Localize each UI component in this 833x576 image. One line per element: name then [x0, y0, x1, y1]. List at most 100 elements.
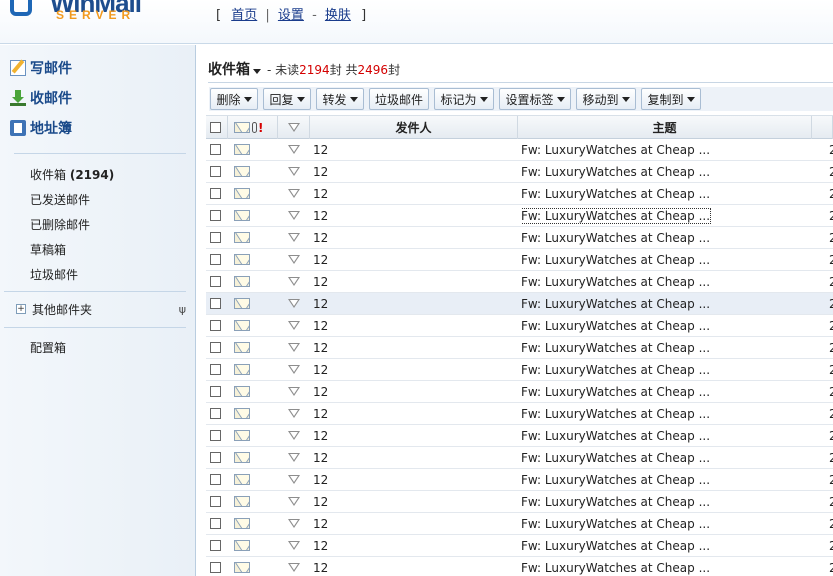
- row-subject[interactable]: Fw: LuxuryWatches at Cheap ...: [521, 359, 811, 380]
- row-checkbox[interactable]: [210, 232, 221, 243]
- flag-icon[interactable]: [288, 233, 300, 242]
- flag-icon[interactable]: [288, 387, 300, 396]
- table-row[interactable]: 12 Fw: LuxuryWatches at Cheap ... 2: [206, 535, 833, 557]
- row-subject[interactable]: Fw: LuxuryWatches at Cheap ...: [521, 557, 811, 576]
- row-sender[interactable]: 12: [313, 161, 513, 182]
- row-subject[interactable]: Fw: LuxuryWatches at Cheap ...: [521, 403, 811, 424]
- row-subject[interactable]: Fw: LuxuryWatches at Cheap ...: [521, 513, 811, 534]
- set-tag-button[interactable]: 设置标签: [499, 88, 571, 110]
- sidebar-item-config[interactable]: 配置箱: [30, 339, 66, 356]
- row-sender[interactable]: 12: [313, 337, 513, 358]
- row-checkbox[interactable]: [210, 254, 221, 265]
- row-subject[interactable]: Fw: LuxuryWatches at Cheap ...: [521, 315, 811, 336]
- row-subject[interactable]: Fw: LuxuryWatches at Cheap ...: [521, 249, 811, 270]
- row-checkbox[interactable]: [210, 364, 221, 375]
- row-subject[interactable]: Fw: LuxuryWatches at Cheap ...: [521, 535, 811, 556]
- row-sender[interactable]: 12: [313, 359, 513, 380]
- flag-icon[interactable]: [288, 167, 300, 176]
- table-row[interactable]: 12 Fw: LuxuryWatches at Cheap ... 2: [206, 359, 833, 381]
- sender-column-header[interactable]: 发件人: [310, 116, 518, 139]
- table-row[interactable]: 12 Fw: LuxuryWatches at Cheap ... 2: [206, 205, 833, 227]
- row-checkbox[interactable]: [210, 188, 221, 199]
- table-row[interactable]: 12 Fw: LuxuryWatches at Cheap ... 2: [206, 337, 833, 359]
- sidebar-item-other-folders[interactable]: + 其他邮件夹 ψ: [16, 301, 186, 317]
- row-checkbox[interactable]: [210, 144, 221, 155]
- flag-icon[interactable]: [288, 563, 300, 572]
- flag-icon[interactable]: [288, 189, 300, 198]
- table-row[interactable]: 12 Fw: LuxuryWatches at Cheap ... 2: [206, 491, 833, 513]
- move-to-button[interactable]: 移动到: [576, 88, 636, 110]
- flag-icon[interactable]: [288, 277, 300, 286]
- row-subject[interactable]: Fw: LuxuryWatches at Cheap ...: [521, 271, 811, 292]
- mark-as-button[interactable]: 标记为: [434, 88, 494, 110]
- row-subject[interactable]: Fw: LuxuryWatches at Cheap ...: [521, 381, 811, 402]
- flag-icon[interactable]: [288, 519, 300, 528]
- row-subject[interactable]: Fw: LuxuryWatches at Cheap ...: [521, 425, 811, 446]
- row-checkbox[interactable]: [210, 518, 221, 529]
- flag-icon[interactable]: [288, 475, 300, 484]
- row-checkbox[interactable]: [210, 320, 221, 331]
- flag-column-header[interactable]: [278, 116, 310, 139]
- flag-icon[interactable]: [288, 497, 300, 506]
- row-subject[interactable]: Fw: LuxuryWatches at Cheap ...: [521, 139, 811, 160]
- row-sender[interactable]: 12: [313, 535, 513, 556]
- table-row[interactable]: 12 Fw: LuxuryWatches at Cheap ... 2: [206, 469, 833, 491]
- row-subject[interactable]: Fw: LuxuryWatches at Cheap ...: [521, 469, 811, 490]
- row-sender[interactable]: 12: [313, 315, 513, 336]
- table-row[interactable]: 12 Fw: LuxuryWatches at Cheap ... 2: [206, 447, 833, 469]
- chevron-down-icon[interactable]: [253, 69, 261, 74]
- nav-settings-link[interactable]: 设置: [278, 8, 304, 23]
- table-row[interactable]: 12 Fw: LuxuryWatches at Cheap ... 2: [206, 271, 833, 293]
- attachment-icon[interactable]: [252, 122, 257, 133]
- row-sender[interactable]: 12: [313, 491, 513, 512]
- address-book-link[interactable]: 地址簿: [10, 118, 72, 138]
- row-checkbox[interactable]: [210, 298, 221, 309]
- table-row[interactable]: 12 Fw: LuxuryWatches at Cheap ... 2: [206, 403, 833, 425]
- row-subject[interactable]: Fw: LuxuryWatches at Cheap ...: [521, 227, 811, 248]
- table-row[interactable]: 12 Fw: LuxuryWatches at Cheap ... 2: [206, 139, 833, 161]
- date-column-header[interactable]: [812, 116, 833, 139]
- pin-icon[interactable]: ψ: [179, 303, 186, 316]
- flag-icon[interactable]: [288, 365, 300, 374]
- row-checkbox[interactable]: [210, 342, 221, 353]
- flag-icon[interactable]: [288, 321, 300, 330]
- row-subject[interactable]: Fw: LuxuryWatches at Cheap ...: [521, 205, 811, 226]
- row-sender[interactable]: 12: [313, 271, 513, 292]
- row-subject[interactable]: Fw: LuxuryWatches at Cheap ...: [521, 293, 811, 314]
- sidebar-item-sent[interactable]: 已发送邮件: [30, 191, 90, 208]
- table-row[interactable]: 12 Fw: LuxuryWatches at Cheap ... 2: [206, 315, 833, 337]
- row-sender[interactable]: 12: [313, 425, 513, 446]
- nav-home-link[interactable]: 首页: [231, 8, 257, 23]
- row-subject[interactable]: Fw: LuxuryWatches at Cheap ...: [521, 447, 811, 468]
- expand-plus-icon[interactable]: +: [16, 304, 26, 314]
- compose-link[interactable]: 写邮件: [10, 58, 72, 78]
- table-row[interactable]: 12 Fw: LuxuryWatches at Cheap ... 2: [206, 425, 833, 447]
- row-subject[interactable]: Fw: LuxuryWatches at Cheap ...: [521, 491, 811, 512]
- flag-icon[interactable]: [288, 431, 300, 440]
- delete-button[interactable]: 删除: [210, 88, 258, 110]
- select-all-checkbox[interactable]: [210, 122, 221, 133]
- sidebar-item-inbox[interactable]: 收件箱 (2194): [30, 166, 114, 183]
- row-checkbox[interactable]: [210, 474, 221, 485]
- sidebar-item-junk[interactable]: 垃圾邮件: [30, 266, 78, 283]
- row-sender[interactable]: 12: [313, 249, 513, 270]
- flag-icon[interactable]: [288, 299, 300, 308]
- row-sender[interactable]: 12: [313, 381, 513, 402]
- row-sender[interactable]: 12: [313, 469, 513, 490]
- row-checkbox[interactable]: [210, 496, 221, 507]
- row-subject[interactable]: Fw: LuxuryWatches at Cheap ...: [521, 161, 811, 182]
- flag-icon[interactable]: [288, 343, 300, 352]
- reply-button[interactable]: 回复: [263, 88, 311, 110]
- row-sender[interactable]: 12: [313, 513, 513, 534]
- forward-button[interactable]: 转发: [316, 88, 364, 110]
- row-checkbox[interactable]: [210, 166, 221, 177]
- row-checkbox[interactable]: [210, 408, 221, 419]
- row-sender[interactable]: 12: [313, 227, 513, 248]
- flag-icon[interactable]: [288, 145, 300, 154]
- row-sender[interactable]: 12: [313, 183, 513, 204]
- row-subject[interactable]: Fw: LuxuryWatches at Cheap ...: [521, 183, 811, 204]
- table-row[interactable]: 12 Fw: LuxuryWatches at Cheap ... 2: [206, 183, 833, 205]
- row-checkbox[interactable]: [210, 430, 221, 441]
- flag-icon[interactable]: [288, 255, 300, 264]
- flag-icon[interactable]: [288, 541, 300, 550]
